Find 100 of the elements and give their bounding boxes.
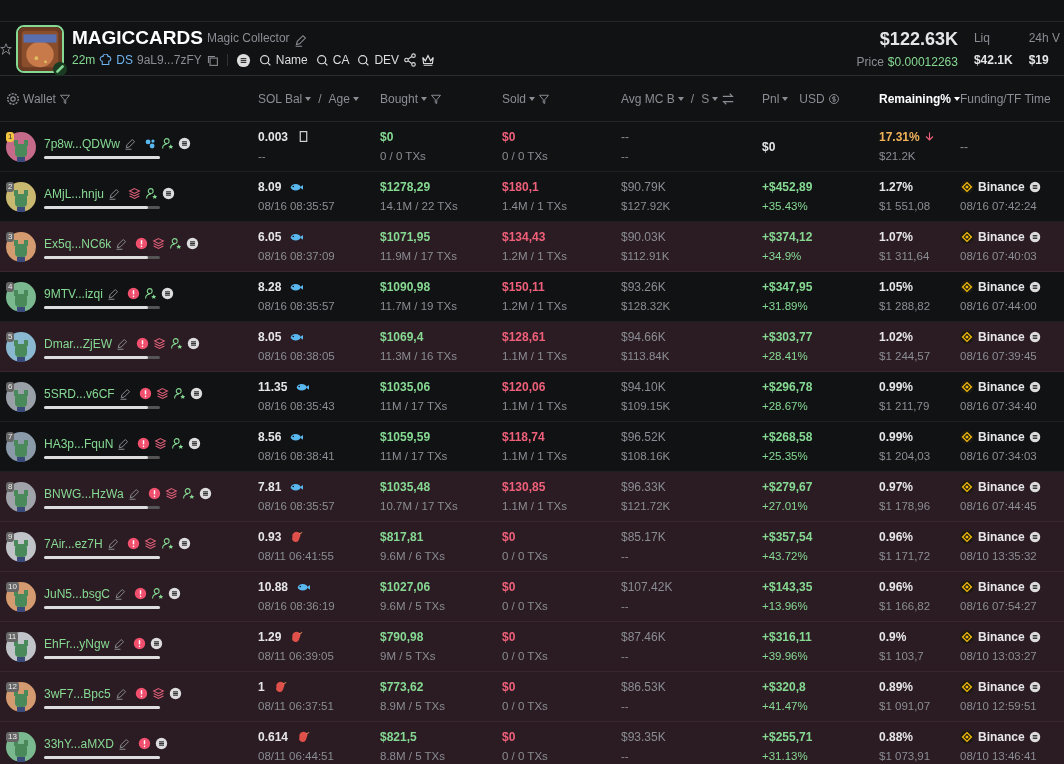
edit-icon[interactable] — [108, 187, 121, 200]
pnl-amount: +$279,67 — [762, 478, 814, 496]
sold-amount: $128,61 — [502, 328, 547, 346]
token-age: 22m — [72, 52, 96, 69]
coin-icon — [1028, 630, 1041, 643]
rank-badge: 11 — [6, 631, 19, 642]
dollar-coin-icon[interactable] — [827, 92, 840, 105]
table-row[interactable]: 8 BNWG...HzWa 7.81 08/16 08:35:57 $1035,48 10.7M / 17 TXs $130,85 1.1M / 1 TXs $96.33K $121.72K +$279,67 +27.01% 0.97% $1 178,96 Binance 08/16 07:44:45 — [0, 472, 1064, 522]
wallet-link[interactable]: AMjL...hnju — [44, 184, 105, 203]
copy-icon[interactable] — [205, 53, 219, 67]
avg-sell-mc: $127.92K — [621, 198, 672, 214]
currency-toggle[interactable]: USD — [799, 89, 825, 108]
pnl-amount: +$255,71 — [762, 728, 814, 746]
caret-icon[interactable] — [421, 96, 428, 101]
filter-icon[interactable] — [538, 92, 551, 105]
edit-icon[interactable] — [127, 487, 140, 500]
funding-source: Binance — [978, 578, 1025, 596]
wallet-link[interactable]: HA3p...FquN — [44, 434, 114, 453]
column-header[interactable]: Funding/TF Time — [960, 89, 1051, 108]
caret-icon[interactable] — [529, 96, 536, 101]
avg-sell-mc: -- — [621, 148, 630, 164]
holding-age: 08/16 08:37:09 — [258, 248, 336, 264]
edit-icon[interactable] — [116, 337, 128, 350]
settings-icon[interactable] — [6, 91, 20, 106]
bought-amount: $1035,06 — [380, 378, 432, 396]
search-link[interactable]: Name — [258, 51, 308, 69]
edit-icon[interactable] — [114, 687, 127, 700]
bought-amount: $1278,29 — [380, 178, 432, 196]
caret-icon[interactable] — [782, 96, 789, 101]
swap-icon[interactable] — [721, 91, 736, 106]
avg-buy-mc: $93.26K — [621, 278, 667, 296]
edit-icon[interactable] — [293, 34, 307, 47]
search-link[interactable]: CA — [315, 51, 350, 69]
wallet-link[interactable]: 5SRD...v6CF — [44, 384, 115, 403]
table-row[interactable]: 6 5SRD...v6CF 11.35 08/16 08:35:43 $1035,06 11M / 17 TXs $120,06 1.1M / 1 TXs $94.10K $109.15K +$296,78 +28.67% 0.99% $1 211,79 Binance 08/16 07:34:40 — [0, 372, 1064, 422]
column-header[interactable]: Pnl — [762, 89, 780, 108]
coin-icon[interactable] — [235, 52, 251, 68]
pnl-percent: +25.35% — [762, 448, 809, 464]
wallet-link[interactable]: 7Air...ez7H — [44, 534, 103, 553]
wallet-link[interactable]: 7p8w...QDWw — [44, 134, 121, 153]
remaining-value: $1 311,64 — [879, 248, 931, 264]
holding-age: 08/16 08:36:19 — [258, 598, 336, 614]
caret-icon[interactable] — [352, 96, 359, 101]
wallet-link[interactable]: 33hY...aMXD — [44, 734, 114, 753]
wallet-link[interactable]: BNWG...HzWa — [44, 484, 124, 503]
column-header[interactable]: Wallet — [23, 89, 56, 108]
edit-icon[interactable] — [117, 737, 130, 750]
filter-icon[interactable] — [430, 92, 443, 105]
wallet-link[interactable]: Dmar...ZjEW — [44, 334, 112, 353]
table-row[interactable]: 3 Ex5q...NC6k 6.05 08/16 08:37:09 $1071,95 11.9M / 17 TXs $134,43 1.2M / 1 TXs $90.03K $112.91K +$374,12 +34.9% 1.07% $1 311,64 Binance 08/16 07:40:03 — [0, 222, 1064, 272]
edit-icon[interactable] — [115, 237, 128, 250]
wallet-link[interactable]: 9MTV...izqi — [44, 284, 103, 303]
pnl-percent: +31.13% — [762, 748, 809, 764]
stat-label: Liq — [973, 29, 991, 47]
edit-icon[interactable] — [113, 637, 126, 650]
avg-sell-mc: $109.15K — [621, 398, 672, 414]
search-link[interactable]: DEV — [357, 51, 400, 69]
sold-detail: 0 / 0 TXs — [502, 698, 549, 714]
table-row[interactable]: 5 Dmar...ZjEW 8.05 08/16 08:38:05 $1069,4 11.3M / 16 TXs $128,61 1.1M / 1 TXs $94.66K $113.84K +$303,77 +28.41% 1.02% $1 244,57 Binance 08/16 07:39:45 — [0, 322, 1064, 372]
caret-icon[interactable] — [677, 96, 684, 101]
edit-icon[interactable] — [106, 537, 119, 550]
sol-balance: 8.28 — [258, 278, 282, 296]
column-header[interactable]: Age — [328, 89, 350, 108]
wallet-link[interactable]: Ex5q...NC6k — [44, 234, 112, 253]
bought-amount: $1059,59 — [380, 428, 432, 446]
coin-icon — [1028, 380, 1041, 393]
remaining-percent: 0.97% — [879, 478, 914, 496]
remaining-percent: 1.02% — [879, 328, 914, 346]
column-header[interactable]: Bought — [380, 89, 419, 108]
edit-icon[interactable] — [114, 587, 127, 600]
table-row[interactable]: 1 7p8w...QDWw 0.003 -- $0 0 / 0 TXs $0 0 / 0 TXs -- -- $0 17.31% $21.2K -- — [0, 122, 1064, 172]
edit-icon[interactable] — [124, 137, 137, 150]
edit-icon[interactable] — [117, 437, 130, 450]
sol-balance: 8.56 — [258, 428, 282, 446]
edit-icon[interactable] — [118, 387, 131, 400]
caret-icon[interactable] — [305, 96, 312, 101]
table-row[interactable]: 11 EhFr...yNgw 1.29 08/11 06:39:05 $790,98 9M / 5 TXs $0 0 / 0 TXs $87.46K -- +$316,11 +39.96% 0.9% $1 103,7 Binance 08/10 13:03:27 — [0, 622, 1064, 672]
column-header[interactable]: S — [701, 89, 710, 108]
filter-icon[interactable] — [58, 92, 71, 105]
sold-amount: $134,43 — [502, 228, 547, 246]
wallet-link[interactable]: EhFr...yNgw — [44, 634, 110, 653]
wallet-link[interactable]: 3wF7...Bpc5 — [44, 684, 111, 703]
column-header[interactable]: Remaining% — [879, 89, 951, 108]
diamond-icon — [960, 579, 974, 594]
table-row[interactable]: 12 3wF7...Bpc5 1 08/11 06:37:51 $773,62 8.9M / 5 TXs $0 0 / 0 TXs $86.53K -- +$320,8 +41.47% 0.89% $1 091,07 Binance 08/10 12:59:51 — [0, 672, 1064, 722]
wallet-link[interactable]: JuN5...bsgC — [44, 584, 111, 603]
funding-time: 08/10 13:03:27 — [960, 648, 1038, 664]
column-header[interactable]: Sold — [502, 89, 527, 108]
crown-icon[interactable] — [421, 53, 436, 67]
edit-icon[interactable] — [106, 287, 119, 300]
column-header[interactable]: Avg MC B — [621, 89, 675, 108]
table-row[interactable]: 9 7Air...ez7H 0.93 08/11 06:41:55 $817,81 9.6M / 6 TXs $0 0 / 0 TXs $85.17K -- +$357,54 +43.72% 0.96% $1 171,72 Binance 08/10 13:35:32 — [0, 522, 1064, 572]
column-header[interactable]: SOL Bal — [258, 89, 303, 108]
caret-icon[interactable] — [712, 96, 719, 101]
sold-amount: $118,74 — [502, 428, 546, 446]
avg-sell-mc: $121.72K — [621, 498, 672, 514]
table-row[interactable]: 13 33hY...aMXD 0.614 08/11 06:44:51 $821,5 8.8M / 5 TXs $0 0 / 0 TXs $93.35K -- +$255,71 +31.13% 0.88% $1 073,91 Binance 08/10 13:46:41 — [0, 722, 1064, 764]
table-row[interactable]: 10 JuN5...bsgC 10.88 08/16 08:36:19 $1027,06 9.6M / 5 TXs $0 0 / 0 TXs $107.42K -- +$143,35 +13.96% 0.96% $1 166,82 Binance 08/16 07:54:27 — [0, 572, 1064, 622]
share-icon[interactable] — [403, 53, 418, 67]
star-icon[interactable] — [0, 41, 12, 56]
